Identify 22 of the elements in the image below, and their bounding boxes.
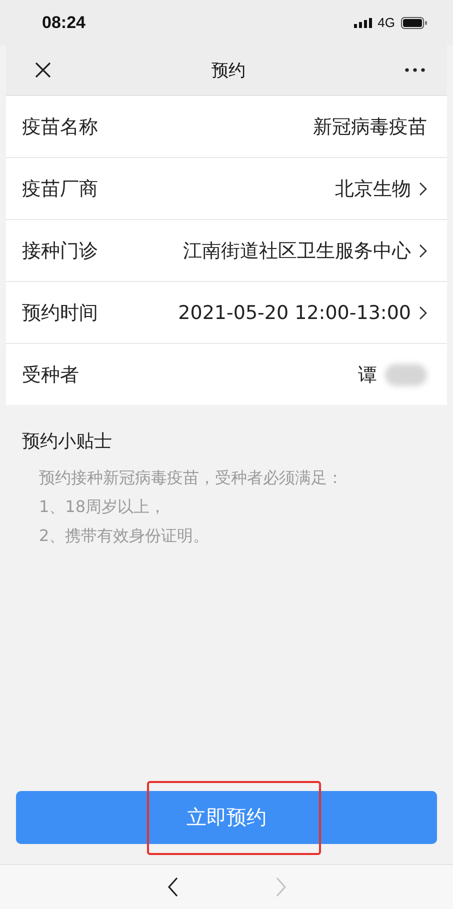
close-icon[interactable] [34,61,52,79]
battery-icon [401,16,427,28]
field-value: 新冠病毒疫苗 [313,114,427,140]
network-label: 4G [378,15,395,30]
field-label: 预约时间 [22,300,98,326]
field-value-link[interactable]: 2021-05-20 12:00-13:00 [178,302,411,324]
field-label: 受种者 [22,362,79,388]
field-label: 接种门诊 [22,238,98,264]
field-label: 疫苗名称 [22,114,98,140]
page-title: 预约 [212,60,246,82]
tip-text: 2、携带有效身份证明。 [38,525,210,547]
field-value: 谭 [358,362,377,388]
field-label: 疫苗厂商 [22,176,98,202]
more-icon[interactable] [405,68,425,72]
field-value-link[interactable]: 江南街道社区卫生服务中心 [183,238,411,264]
field-value-link[interactable]: 北京生物 [335,176,411,202]
clock-time: 08:24 [42,12,86,32]
tip-text: 1、18周岁以上， [38,496,167,518]
tip-text: 预约接种新冠病毒疫苗，受种者必须满足： [38,467,344,489]
signal-icon [354,18,372,28]
tips-title: 预约小贴士 [22,430,113,453]
back-icon[interactable] [166,877,178,897]
